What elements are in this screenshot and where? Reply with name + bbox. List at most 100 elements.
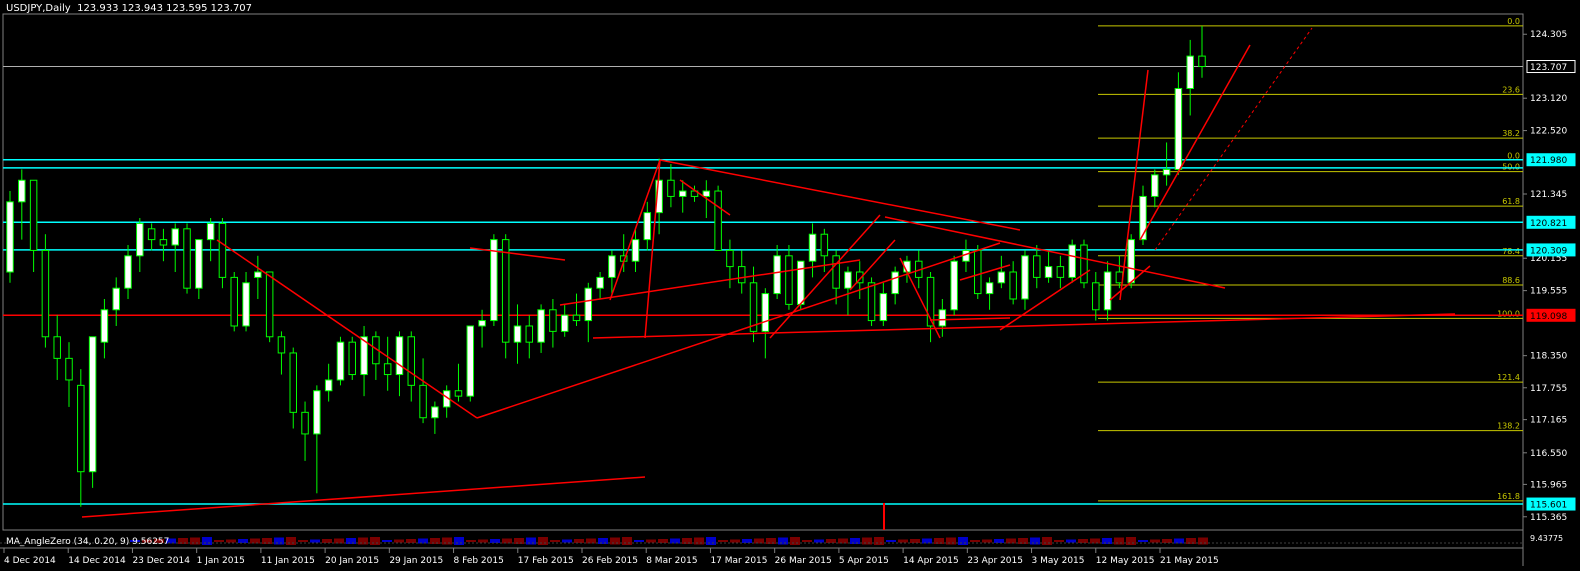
indicator-bar-6 xyxy=(202,537,212,545)
indicator-bar-61 xyxy=(862,537,872,545)
candle-body-64 xyxy=(761,293,770,332)
candle-body-6 xyxy=(77,384,85,473)
price-label-text-1: 121.980 xyxy=(1530,156,1567,166)
chart-window: USDJPY,Daily 123.933 123.943 123.595 123… xyxy=(0,0,1580,571)
fib-label-9: 138.2 xyxy=(1497,422,1520,431)
indicator-bar-10 xyxy=(250,538,260,544)
x-tick-label-17: 12 May 2015 xyxy=(1096,556,1155,566)
x-tick-label-12: 26 Mar 2015 xyxy=(775,556,832,566)
candle-body-48 xyxy=(572,314,581,322)
candle-body-27 xyxy=(324,379,333,392)
fib-label-2: 38.2 xyxy=(1502,129,1520,138)
indicator-bar-77 xyxy=(1054,540,1064,542)
candle-body-13 xyxy=(159,239,168,246)
indicator-bar-41 xyxy=(622,537,632,545)
indicator-bar-78 xyxy=(1066,539,1076,543)
candle-body-23 xyxy=(277,336,286,354)
indicator-bar-17 xyxy=(334,538,344,544)
y-tick-label-8: 117.165 xyxy=(1530,416,1567,426)
indicator-bar-7 xyxy=(214,540,224,542)
y-tick-label-9: 116.550 xyxy=(1530,449,1567,459)
indicator-bar-24 xyxy=(418,538,428,544)
fib-label-10: 161.8 xyxy=(1497,492,1520,501)
candle-body-95 xyxy=(1127,239,1135,284)
candle-body-51 xyxy=(608,255,616,278)
candle-body-91 xyxy=(1080,244,1088,284)
y-tick-label-7: 117.755 xyxy=(1530,384,1567,394)
indicator-bar-49 xyxy=(718,540,728,542)
candle-body-80 xyxy=(950,260,958,311)
candle-body-99 xyxy=(1174,87,1183,170)
candle-body-18 xyxy=(218,222,227,278)
candle-body-25 xyxy=(301,411,309,435)
candle-body-20 xyxy=(242,282,250,327)
candle-body-26 xyxy=(313,390,321,435)
trend-line-3 xyxy=(592,313,1456,339)
indicator-bar-27 xyxy=(454,537,464,545)
candle-body-17 xyxy=(206,222,215,241)
candle-body-33 xyxy=(395,336,404,376)
indicator-bar-50 xyxy=(730,539,740,543)
indicator-bar-34 xyxy=(538,537,548,545)
indicator-bar-81 xyxy=(1102,538,1112,544)
indicator-bar-13 xyxy=(286,537,296,545)
trend-line-5 xyxy=(609,159,661,301)
indicator-bar-39 xyxy=(598,538,608,544)
trend-line-4 xyxy=(659,159,1021,231)
candle-body-67 xyxy=(796,260,805,305)
candle-body-46 xyxy=(549,309,557,332)
x-tick-label-0: 4 Dec 2014 xyxy=(4,556,56,566)
x-tick-label-18: 21 May 2015 xyxy=(1160,556,1219,566)
indicator-bar-80 xyxy=(1090,538,1100,544)
x-tick-label-14: 14 Apr 2015 xyxy=(903,556,959,566)
x-tick-label-2: 23 Dec 2014 xyxy=(132,556,190,566)
x-tick-label-4: 11 Jan 2015 xyxy=(261,556,315,566)
indicator-bar-43 xyxy=(646,539,656,543)
indicator-bar-54 xyxy=(778,537,788,545)
candle-body-92 xyxy=(1092,282,1100,311)
indicator-bar-88 xyxy=(1186,538,1196,544)
indicator-bar-44 xyxy=(658,539,668,543)
indicator-bar-42 xyxy=(634,540,644,542)
x-tick-label-8: 17 Feb 2015 xyxy=(518,556,574,566)
candle-body-34 xyxy=(407,336,416,386)
x-tick-label-15: 23 Apr 2015 xyxy=(967,556,1023,566)
candle-body-5 xyxy=(65,357,73,381)
indicator-bar-60 xyxy=(850,538,860,544)
indicator-bar-58 xyxy=(826,539,836,543)
candle-body-54 xyxy=(643,212,652,241)
indicator-bar-23 xyxy=(406,539,416,543)
candle-body-53 xyxy=(631,239,640,262)
indicator-bar-25 xyxy=(430,538,440,544)
candle-body-32 xyxy=(383,363,392,376)
trend-line-7 xyxy=(559,259,861,306)
indicator-bar-57 xyxy=(814,539,824,543)
candle-body-42 xyxy=(501,239,510,343)
x-tick-label-11: 17 Mar 2015 xyxy=(710,556,767,566)
indicator-bar-18 xyxy=(346,538,356,544)
candle-body-84 xyxy=(997,271,1006,284)
indicator-bar-26 xyxy=(442,537,452,545)
indicator-bar-48 xyxy=(706,537,716,545)
indicator-bar-63 xyxy=(886,540,896,542)
indicator-bar-82 xyxy=(1114,537,1124,545)
indicator-bar-66 xyxy=(922,538,932,544)
candle-body-61 xyxy=(726,249,734,268)
candle-body-82 xyxy=(974,249,982,295)
candle-body-75 xyxy=(891,271,899,295)
indicator-bar-85 xyxy=(1150,539,1160,543)
price-label-text-0: 123.707 xyxy=(1530,63,1567,73)
price-chart[interactable]: 0.023.638.250.061.878.488.6100.0121.4138… xyxy=(0,0,1580,571)
fib-label-1: 23.6 xyxy=(1502,85,1520,94)
candle-body-90 xyxy=(1068,244,1076,278)
indicator-bar-38 xyxy=(586,538,596,544)
y-tick-label-3: 121.345 xyxy=(1530,190,1567,200)
candle-body-8 xyxy=(100,309,109,343)
x-tick-label-10: 8 Mar 2015 xyxy=(646,556,697,566)
indicator-bar-84 xyxy=(1138,540,1148,542)
candle-body-97 xyxy=(1151,174,1159,197)
price-label-text-4: 119.098 xyxy=(1530,312,1567,322)
candle-body-28 xyxy=(336,341,345,381)
candle-body-44 xyxy=(525,325,534,343)
indicator-bar-15 xyxy=(310,539,320,543)
